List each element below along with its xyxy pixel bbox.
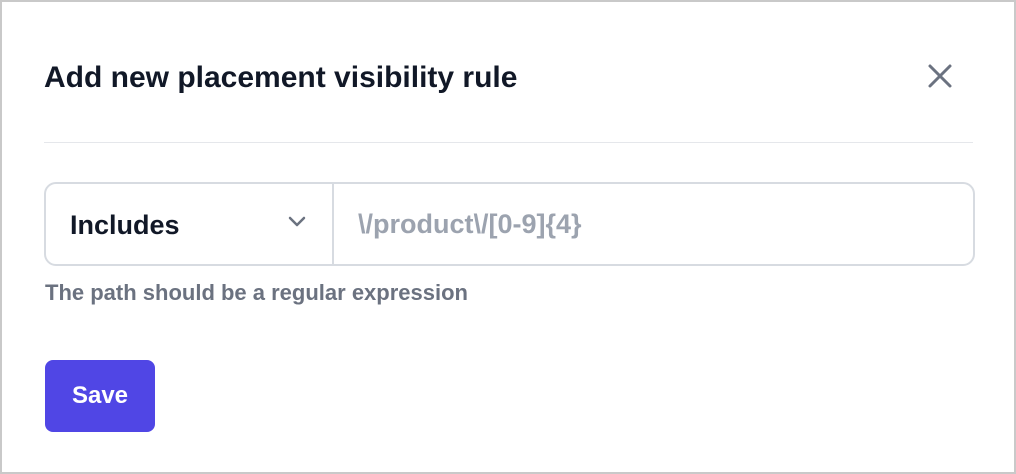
chevron-down-icon — [288, 216, 306, 227]
visibility-rule-modal: Add new placement visibility rule Includ… — [0, 0, 1016, 474]
operator-selected-value: Includes — [70, 210, 180, 240]
path-helper-text: The path should be a regular expression — [45, 280, 468, 305]
modal-title: Add new placement visibility rule — [44, 61, 518, 94]
rule-row: Includes — [44, 182, 975, 266]
close-button[interactable] — [920, 56, 960, 96]
modal-header: Add new placement visibility rule — [44, 2, 973, 143]
close-icon — [928, 64, 952, 88]
save-button[interactable]: Save — [45, 360, 155, 432]
path-input[interactable] — [334, 184, 973, 264]
operator-select[interactable]: Includes — [46, 184, 334, 264]
